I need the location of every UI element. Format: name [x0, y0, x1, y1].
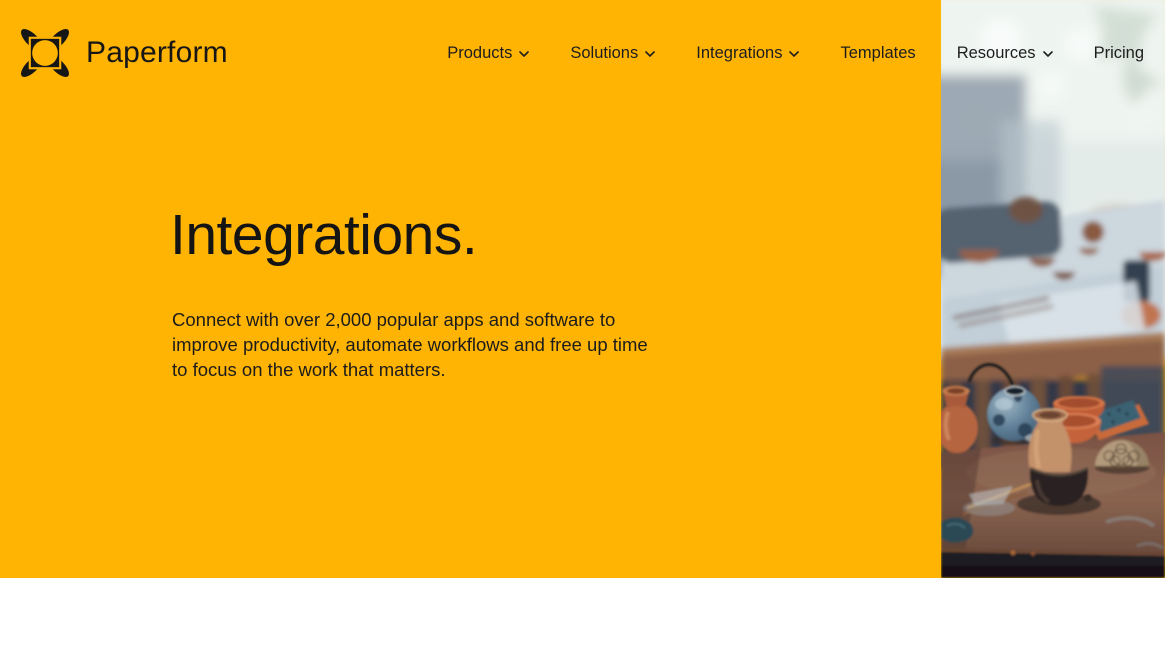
page-title: Integrations.: [170, 206, 710, 266]
site-header: Paperform Products Solutions Integration: [0, 0, 1165, 106]
brand-logo[interactable]: Paperform: [21, 27, 228, 79]
nav-item-label: Integrations: [696, 44, 782, 63]
nav-item-templates[interactable]: Templates: [840, 44, 915, 63]
footer-whitespace: [0, 578, 1165, 648]
main-nav: Products Solutions Integrations: [447, 44, 1144, 63]
hero-section: Paperform Products Solutions Integration: [0, 0, 1165, 578]
chevron-down-icon: [789, 51, 799, 57]
hero-description: Connect with over 2,000 popular apps and…: [172, 307, 652, 382]
nav-item-label: Resources: [957, 44, 1036, 63]
nav-item-pricing[interactable]: Pricing: [1094, 44, 1144, 63]
nav-item-label: Templates: [840, 44, 915, 63]
nav-item-label: Pricing: [1094, 44, 1144, 63]
chevron-down-icon: [645, 51, 655, 57]
brand-name: Paperform: [86, 36, 228, 70]
nav-item-label: Products: [447, 44, 512, 63]
nav-item-resources[interactable]: Resources: [957, 44, 1053, 63]
nav-item-products[interactable]: Products: [447, 44, 529, 63]
nav-item-solutions[interactable]: Solutions: [570, 44, 655, 63]
hero-copy: Integrations. Connect with over 2,000 po…: [170, 206, 710, 382]
chevron-down-icon: [519, 51, 529, 57]
paperform-logo-icon: [21, 27, 69, 79]
page: Paperform Products Solutions Integration: [0, 0, 1165, 648]
nav-item-label: Solutions: [570, 44, 638, 63]
nav-item-integrations[interactable]: Integrations: [696, 44, 799, 63]
chevron-down-icon: [1043, 51, 1053, 57]
